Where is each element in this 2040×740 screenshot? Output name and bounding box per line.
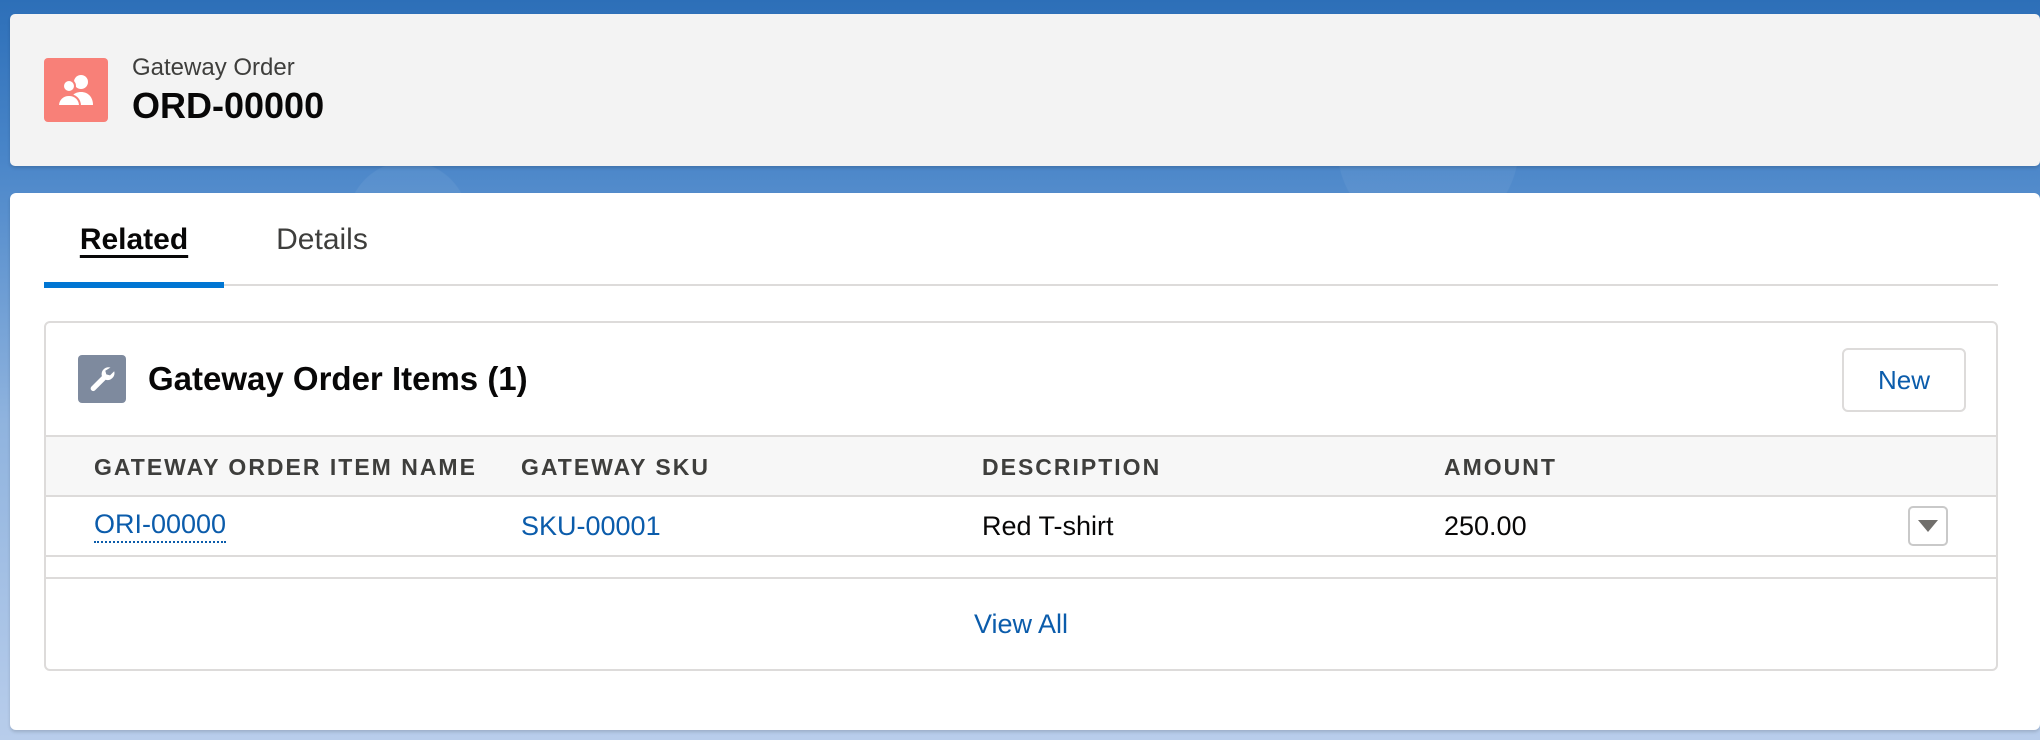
tab-details[interactable]: Details [232,193,412,286]
item-name-link[interactable]: ORI-00000 [94,509,227,543]
tab-related[interactable]: Related [44,193,224,288]
column-header-sku[interactable]: GATEWAY SKU [521,437,710,497]
contacts-icon [44,58,108,122]
related-list-footer: View All [46,579,1996,669]
related-list-title[interactable]: Gateway Order Items (1) [148,360,528,398]
contacts-icon-graphic [56,75,93,107]
related-list-gateway-order-items: Gateway Order Items (1) New GATEWAY ORDE… [44,321,1998,671]
row-actions-button[interactable] [1908,506,1948,546]
cell-description: Red T-shirt [982,510,1114,541]
wrench-icon [78,355,126,403]
sku-link[interactable]: SKU-00001 [521,511,661,542]
record-title: ORD-00000 [132,85,325,126]
table-row: ORI-00000 SKU-00001 Red T-shirt 250.00 [46,497,1996,557]
cell-sku: SKU-00001 [521,497,661,555]
cell-amount: 250.00 [1444,510,1527,541]
wrench-icon-graphic [90,367,115,392]
chevron-down-icon [1918,520,1938,532]
table-header: GATEWAY ORDER ITEM NAME GATEWAY SKU DESC… [46,435,1996,497]
column-header-amount[interactable]: AMOUNT [1444,437,1557,497]
header-text: Gateway Order ORD-00000 [132,53,324,127]
column-header-description[interactable]: DESCRIPTION [982,437,1161,497]
view-all-link[interactable]: View All [974,609,1068,640]
related-list-header: Gateway Order Items (1) New [46,323,1996,435]
new-button[interactable]: New [1842,348,1966,412]
object-type-label: Gateway Order [132,54,295,81]
cell-item-name: ORI-00000 [94,497,227,555]
record-body: Related Details Gateway Order Items (1) … [10,193,2040,730]
column-header-item-name[interactable]: GATEWAY ORDER ITEM NAME [94,437,477,497]
table-spacer [46,557,1996,579]
tab-bar: Related Details [44,193,1998,288]
record-header: Gateway Order ORD-00000 [10,14,2040,166]
